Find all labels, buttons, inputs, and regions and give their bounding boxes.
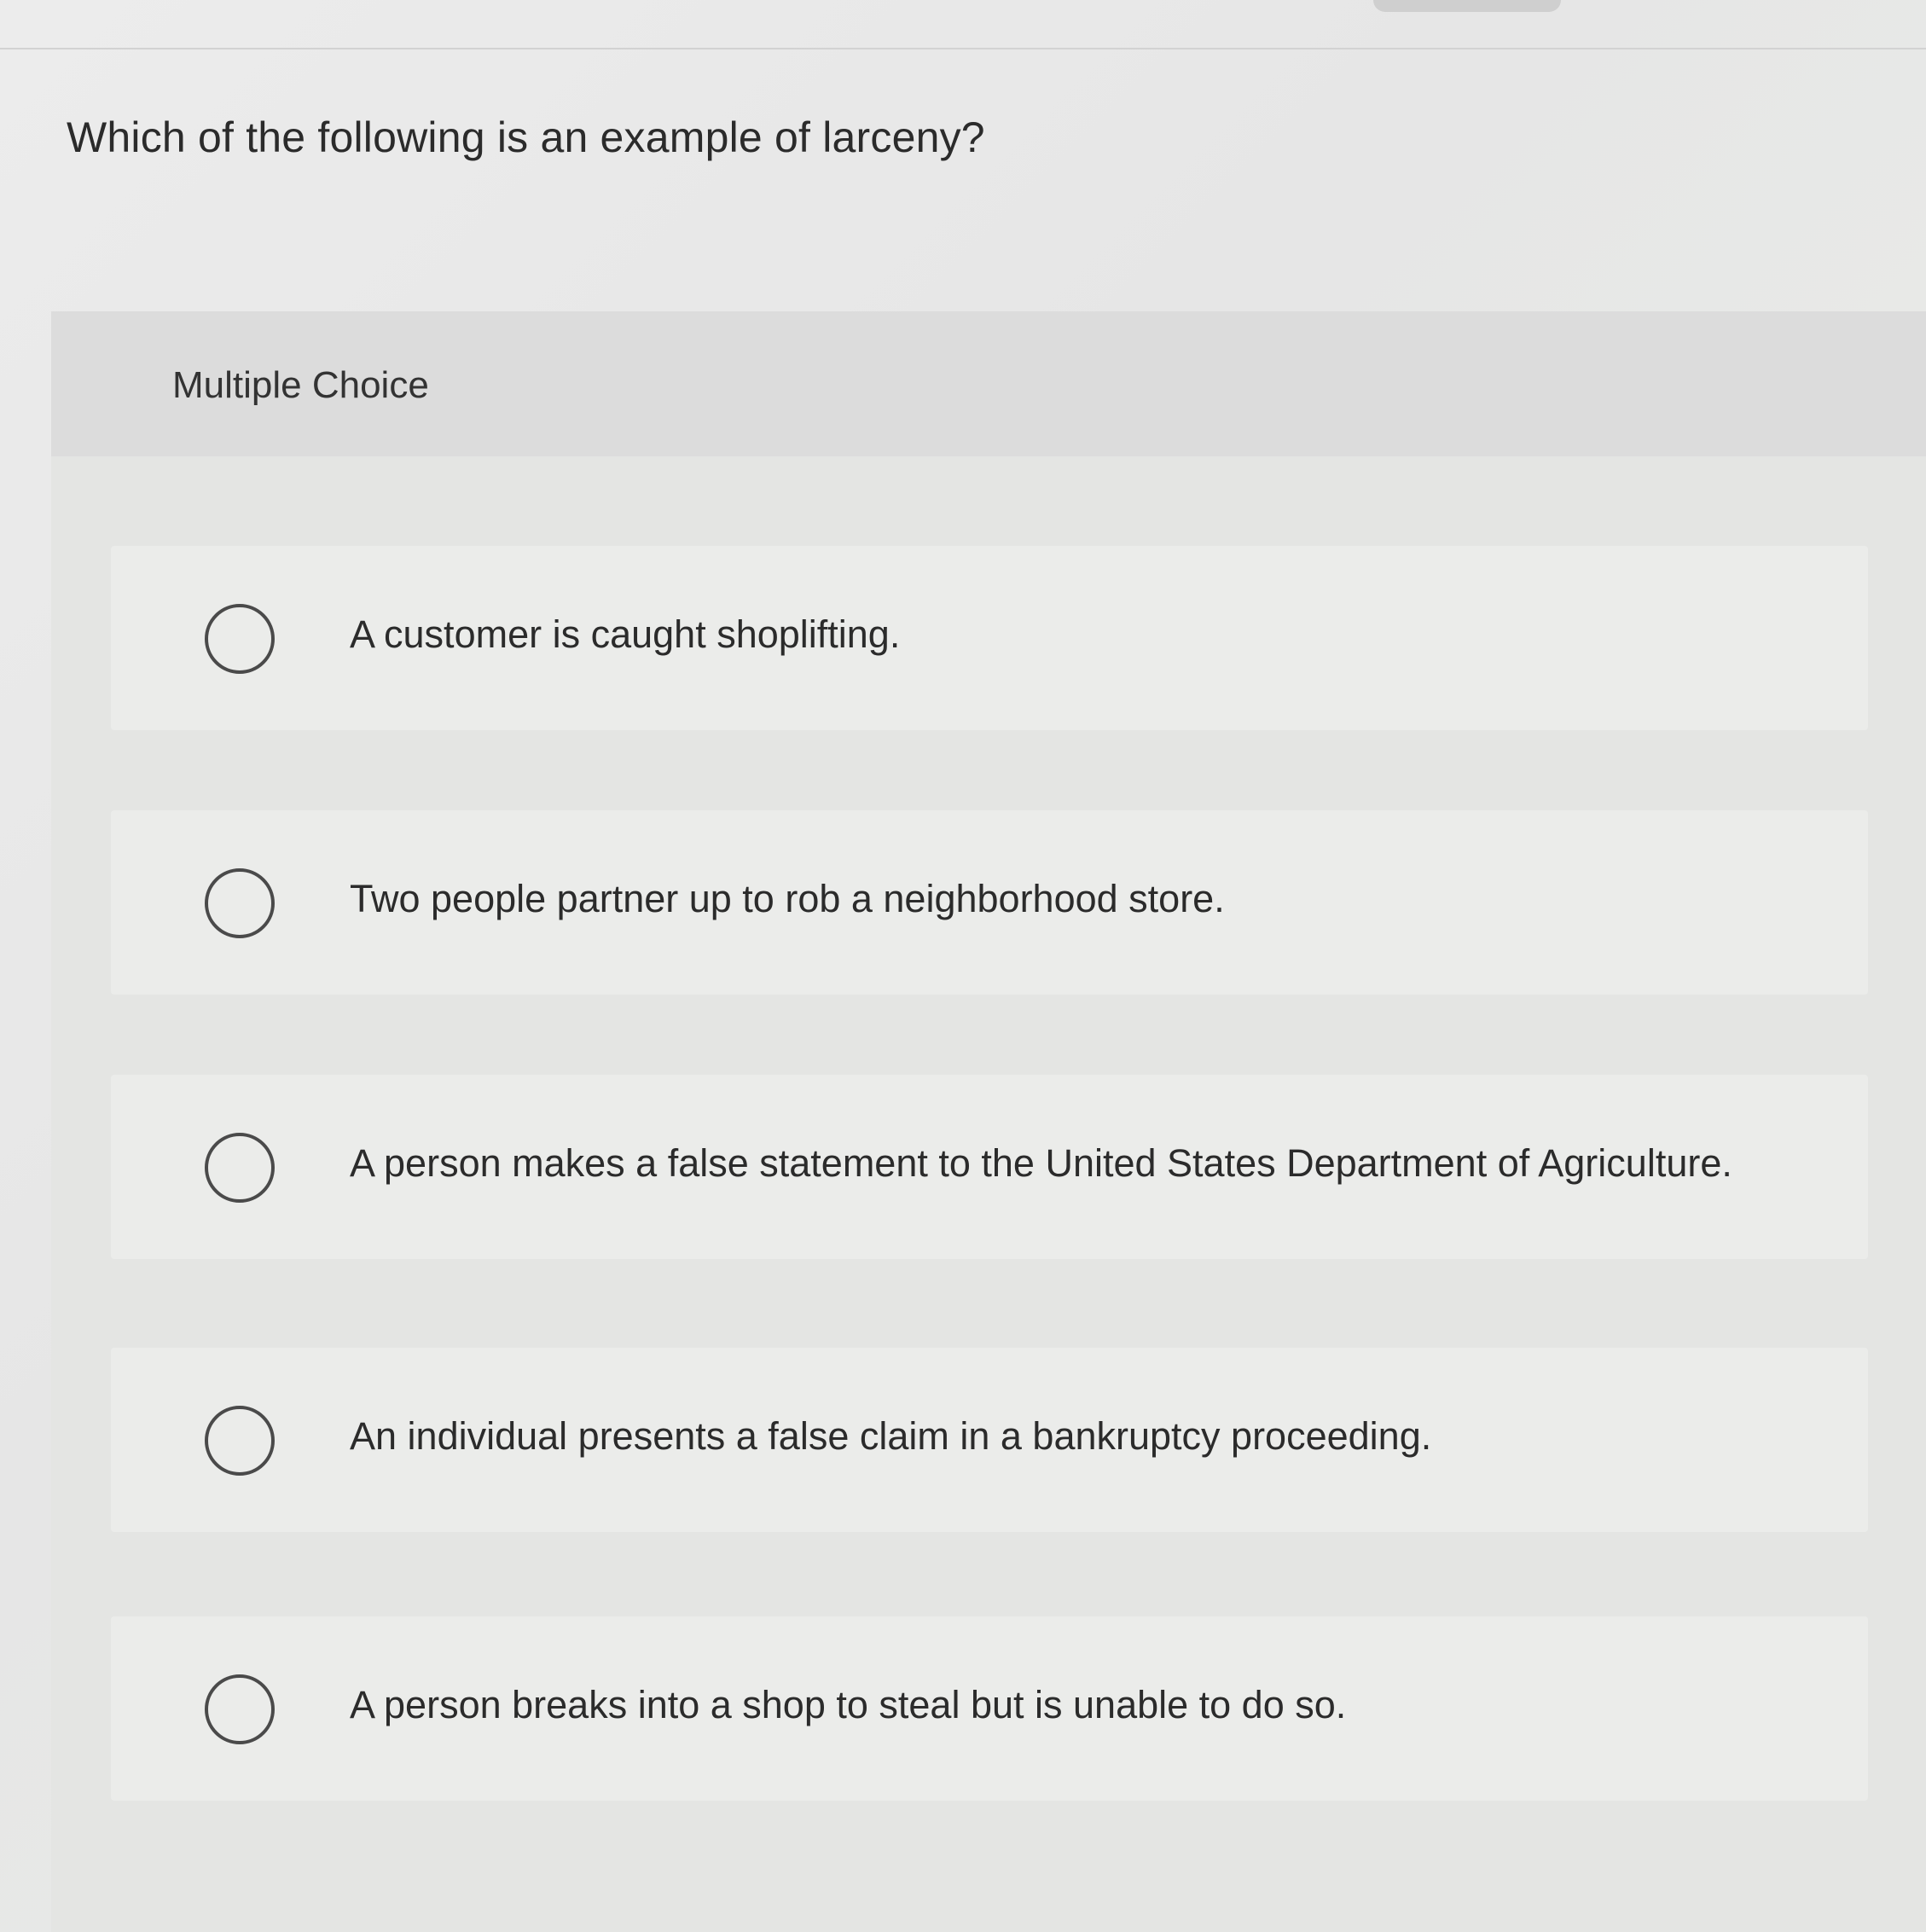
radio-button-icon[interactable] — [205, 868, 275, 938]
choice-label: A person breaks into a shop to steal but… — [350, 1683, 1347, 1726]
choice-label: Two people partner up to rob a neighborh… — [350, 877, 1225, 920]
choice-list: A customer is caught shoplifting. Two pe… — [51, 311, 1926, 1932]
choice-label: A customer is caught shoplifting. — [350, 612, 901, 656]
question-prompt: Which of the following is an example of … — [67, 113, 985, 161]
top-divider — [0, 48, 1926, 49]
radio-button-icon[interactable] — [205, 1674, 275, 1744]
question-card: Multiple Choice A customer is caught sho… — [51, 311, 1926, 1932]
choice-option-2[interactable]: Two people partner up to rob a neighborh… — [111, 810, 1868, 995]
choice-option-5[interactable]: A person breaks into a shop to steal but… — [111, 1616, 1868, 1801]
choice-option-1[interactable]: A customer is caught shoplifting. — [111, 546, 1868, 730]
radio-button-icon[interactable] — [205, 1133, 275, 1203]
radio-button-icon[interactable] — [205, 604, 275, 674]
choice-label: An individual presents a false claim in … — [350, 1414, 1432, 1458]
choice-option-4[interactable]: An individual presents a false claim in … — [111, 1348, 1868, 1532]
radio-button-icon[interactable] — [205, 1406, 275, 1476]
choice-option-3[interactable]: A person makes a false statement to the … — [111, 1075, 1868, 1259]
choice-label: A person makes a false statement to the … — [350, 1141, 1732, 1185]
top-tab — [1373, 0, 1561, 12]
